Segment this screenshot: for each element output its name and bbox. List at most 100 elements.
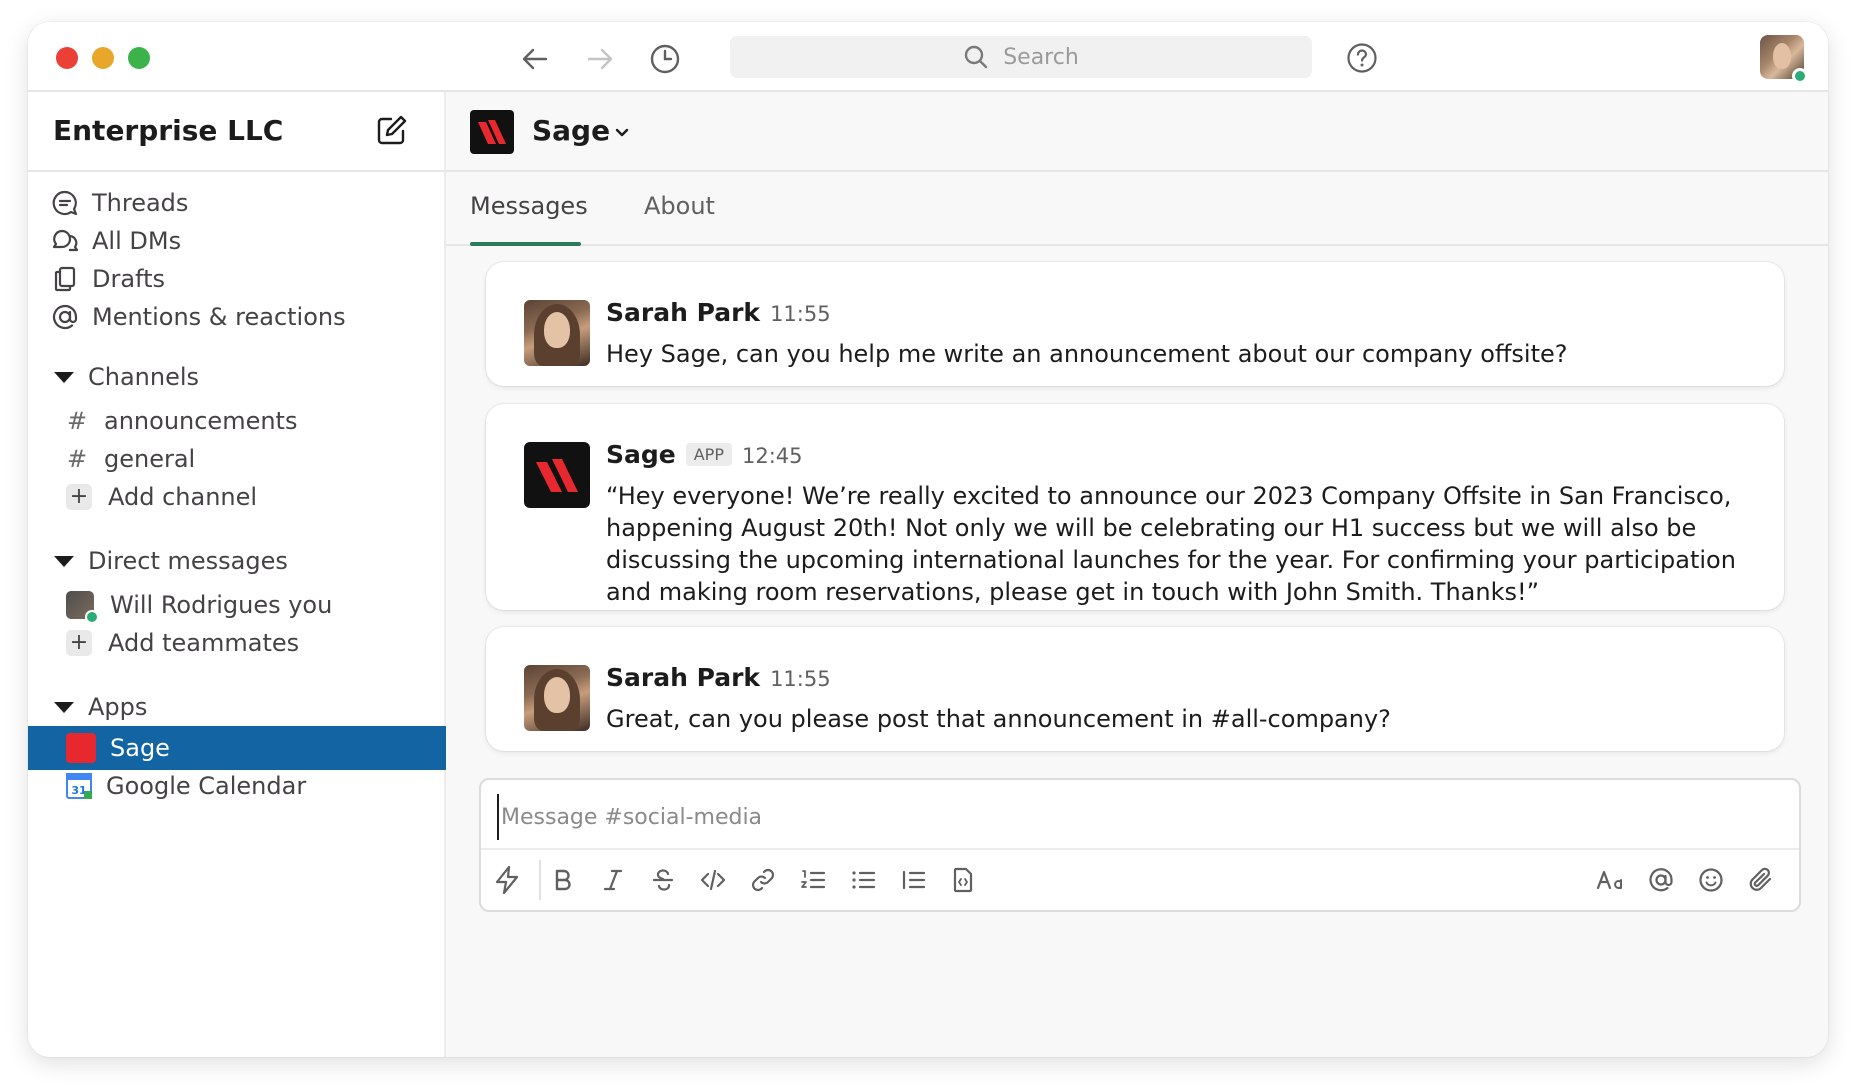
mention-icon[interactable] [1643, 862, 1679, 898]
dm-label: Will Rodrigues you [110, 591, 333, 619]
workspace-name[interactable]: Enterprise LLC [53, 114, 283, 147]
code-block-icon[interactable] [945, 862, 981, 898]
section-title: Direct messages [88, 547, 288, 575]
channel-tabs: Messages About [446, 172, 1828, 246]
avatar[interactable] [524, 300, 590, 366]
search-icon [963, 44, 989, 70]
caret-down-icon [54, 701, 74, 713]
sage-app-icon [66, 733, 96, 763]
channel-label: announcements [104, 407, 298, 435]
bold-icon[interactable] [545, 862, 581, 898]
message-card: Sarah Park 11:55 Hey Sage, can you help … [486, 262, 1784, 386]
message-text: Great, can you please post that announce… [606, 705, 1391, 733]
sidebar-item-google-calendar[interactable]: 31 Google Calendar [66, 766, 306, 806]
message-input[interactable] [497, 794, 1787, 840]
compose-icon[interactable] [374, 112, 410, 148]
search-bar[interactable]: Search [730, 36, 1312, 78]
message-text: “Hey everyone! We’re really excited to a… [606, 482, 1736, 606]
maximize-window-button[interactable] [128, 47, 150, 69]
question-circle-icon[interactable] [1346, 42, 1378, 74]
sidebar-item-announcements[interactable]: # announcements [66, 402, 298, 440]
message-time[interactable]: 11:55 [770, 667, 831, 691]
sidebar-item-label: Drafts [92, 265, 165, 293]
sidebar-item-mentions[interactable]: Mentions & reactions [50, 298, 346, 336]
sidebar-item-drafts[interactable]: Drafts [50, 260, 165, 298]
italic-icon[interactable] [595, 862, 631, 898]
dms-section-toggle[interactable]: Direct messages [50, 542, 288, 580]
sidebar-item-label: Threads [92, 189, 189, 217]
sidebar-item-dm[interactable]: Will Rodrigues you [66, 586, 332, 624]
add-teammates-button[interactable]: + Add teammates [66, 624, 299, 662]
strikethrough-icon[interactable] [645, 862, 681, 898]
bullet-list-icon[interactable] [845, 862, 881, 898]
clock-icon[interactable] [648, 42, 682, 76]
message-composer [479, 778, 1801, 912]
channel-title[interactable]: Sage [532, 114, 610, 147]
channel-label: general [104, 445, 196, 473]
sage-logo-icon [470, 110, 514, 154]
minimize-window-button[interactable] [92, 47, 114, 69]
chevron-down-icon[interactable] [612, 122, 632, 142]
title-bar: Search [28, 22, 1828, 92]
app-label: Sage [110, 734, 170, 762]
message-time[interactable]: 11:55 [770, 302, 831, 326]
formatting-icon[interactable] [1593, 862, 1629, 898]
sidebar-item-general[interactable]: # general [66, 440, 195, 478]
channels-section-toggle[interactable]: Channels [50, 358, 199, 396]
workspace-header: Enterprise LLC [28, 92, 444, 172]
dms-icon [50, 226, 80, 256]
hash-icon: # [66, 445, 88, 473]
sage-logo-icon[interactable] [524, 442, 590, 508]
ordered-list-icon[interactable] [795, 862, 831, 898]
search-placeholder: Search [1003, 44, 1079, 70]
close-window-button[interactable] [56, 47, 78, 69]
message-author[interactable]: Sarah Park [606, 298, 760, 327]
message-author[interactable]: Sage [606, 440, 676, 469]
attach-icon[interactable] [1743, 862, 1779, 898]
online-status-dot [85, 610, 99, 624]
tab-about[interactable]: About [644, 192, 715, 220]
message-time[interactable]: 12:45 [742, 444, 803, 468]
hash-icon: # [66, 407, 88, 435]
threads-icon [50, 188, 80, 218]
app-window: Search Enterprise LLC Threads All DMs Dr… [28, 22, 1828, 1057]
section-title: Apps [88, 693, 148, 721]
caret-down-icon [54, 371, 74, 383]
at-icon [50, 302, 80, 332]
message-header: Sage APP 12:45 [606, 440, 803, 469]
caret-down-icon [54, 555, 74, 567]
sidebar-item-threads[interactable]: Threads [50, 184, 188, 222]
add-channel-label: Add channel [108, 483, 258, 511]
channel-view: Sage Messages About Sarah Park 11:55 Hey… [446, 92, 1828, 1057]
message-header: Sarah Park 11:55 [606, 663, 831, 692]
apps-section-toggle[interactable]: Apps [50, 688, 147, 726]
emoji-icon[interactable] [1693, 862, 1729, 898]
avatar[interactable] [524, 665, 590, 731]
message-author[interactable]: Sarah Park [606, 663, 760, 692]
sidebar-item-all-dms[interactable]: All DMs [50, 222, 181, 260]
active-tab-indicator [470, 242, 581, 246]
tab-messages[interactable]: Messages [470, 192, 588, 220]
drafts-icon [50, 264, 80, 294]
app-badge: APP [685, 443, 732, 466]
app-label: Google Calendar [106, 772, 307, 800]
online-status-dot [1792, 68, 1808, 84]
message-text: Hey Sage, can you help me write an annou… [606, 340, 1568, 368]
arrow-left-icon[interactable] [518, 42, 552, 76]
code-icon[interactable] [695, 862, 731, 898]
plus-icon: + [66, 630, 92, 656]
message-header: Sarah Park 11:55 [606, 298, 831, 327]
avatar [66, 591, 99, 624]
add-channel-button[interactable]: + Add channel [66, 478, 257, 516]
link-icon[interactable] [745, 862, 781, 898]
blockquote-icon[interactable] [895, 862, 931, 898]
message-card: Sarah Park 11:55 Great, can you please p… [486, 627, 1784, 751]
add-teammates-label: Add teammates [108, 629, 300, 657]
channel-header: Sage [446, 92, 1828, 172]
sidebar: Enterprise LLC Threads All DMs Drafts Me… [28, 92, 446, 1057]
arrow-right-icon[interactable] [583, 42, 617, 76]
toolbar-separator [539, 860, 541, 900]
section-title: Channels [88, 363, 200, 391]
shortcuts-icon[interactable] [489, 862, 525, 898]
sidebar-item-sage[interactable]: Sage [28, 726, 446, 770]
